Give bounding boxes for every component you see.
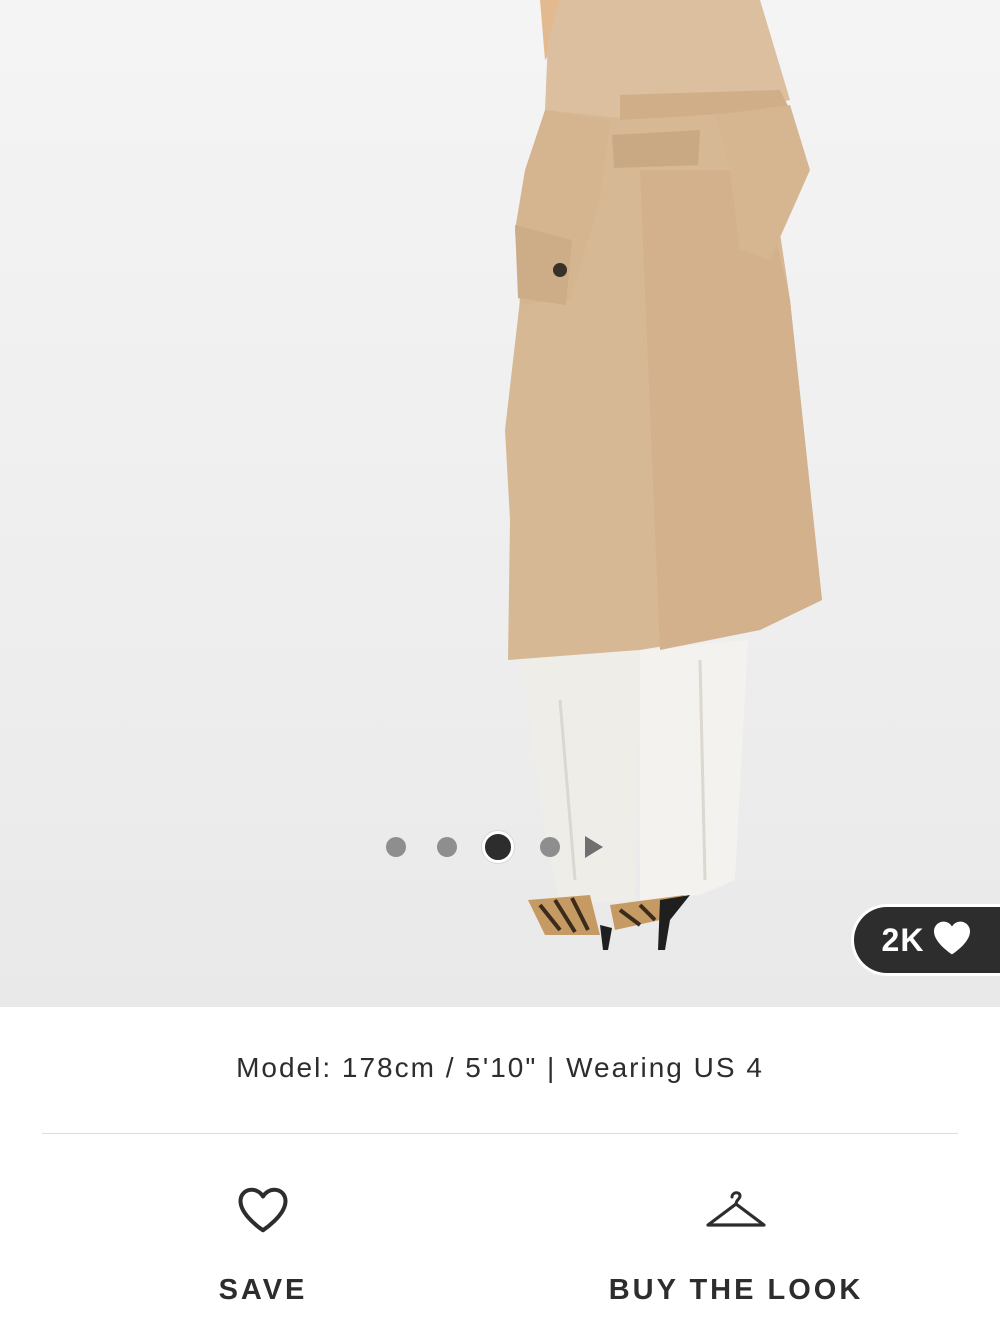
carousel-dot-1[interactable] — [386, 837, 406, 857]
model-info-text: Model: 178cm / 5'10" | Wearing US 4 — [236, 1052, 764, 1083]
heart-filled-icon — [932, 920, 972, 961]
save-button[interactable]: SAVE — [113, 1180, 413, 1307]
carousel-dot-3-active[interactable] — [482, 831, 514, 863]
hanger-icon — [586, 1180, 886, 1240]
carousel-dot-2[interactable] — [437, 837, 457, 857]
buy-the-look-button[interactable]: BUY THE LOOK — [586, 1180, 886, 1307]
carousel-indicator — [386, 830, 616, 864]
carousel-next-arrow-icon[interactable] — [585, 836, 603, 858]
product-image-carousel[interactable]: 2K — [0, 0, 1000, 1007]
save-label: SAVE — [218, 1274, 308, 1306]
likes-count: 2K — [881, 921, 925, 958]
divider — [42, 1133, 958, 1134]
likes-badge[interactable]: 2K — [854, 907, 1000, 973]
buy-the-look-label: BUY THE LOOK — [608, 1274, 864, 1306]
carousel-dot-4[interactable] — [540, 837, 560, 857]
heart-outline-icon — [113, 1180, 413, 1240]
